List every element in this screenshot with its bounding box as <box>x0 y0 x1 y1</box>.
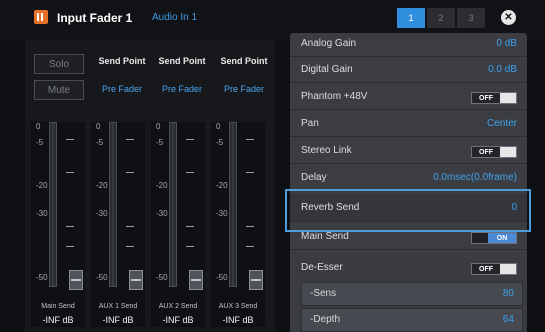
row-label: Reverb Send <box>301 202 360 213</box>
fader-value: -INF dB <box>42 315 74 325</box>
fader-label: AUX 3 Send <box>218 303 258 310</box>
fader-value: -INF dB <box>162 315 194 325</box>
fader-knob[interactable] <box>189 270 203 290</box>
row-value: Center <box>486 118 517 129</box>
row-value: 64 <box>502 314 514 325</box>
row-label: Delay <box>301 172 327 183</box>
tab-2[interactable]: 2 <box>427 8 455 28</box>
send-point-heading: Send Point <box>158 56 206 66</box>
mixer-panel: Solo Mute Send Point Send Point Send Poi… <box>25 40 275 332</box>
row-label: Digital Gain <box>301 64 353 75</box>
tab-3[interactable]: 3 <box>457 8 485 28</box>
fader-value: -INF dB <box>222 315 254 325</box>
row-label: -Depth <box>310 314 341 325</box>
de-esser-row: De-Esser OFF <box>290 258 527 280</box>
fader-label: AUX 2 Send <box>158 303 198 310</box>
main-send-toggle[interactable]: ON <box>471 232 517 244</box>
reverb-send-row[interactable]: Reverb Send 0 <box>290 194 527 222</box>
fader-scale: 0 -5 -20 -30 -50 <box>156 122 168 282</box>
row-label: Main Send <box>301 231 349 242</box>
meter-track <box>169 122 177 287</box>
row-label: -Sens <box>310 288 337 299</box>
fader-track <box>186 122 194 287</box>
fader-track <box>126 122 134 287</box>
main-send-fader[interactable]: 0 -5 -20 -30 -50 Main Send -INF dB <box>31 122 85 327</box>
fader-scale: 0 -5 -20 -30 -50 <box>216 122 228 282</box>
de-esser-section: De-Esser OFF -Sens 80 -Depth 64 <box>290 258 527 332</box>
meter-track <box>49 122 57 287</box>
fader-track <box>66 122 74 287</box>
send-point-value[interactable]: Pre Fader <box>157 84 207 94</box>
fader-value: -INF dB <box>102 315 134 325</box>
row-value: 0.0msec(0.0frame) <box>433 172 517 183</box>
fader-icon <box>34 10 48 24</box>
mute-button[interactable]: Mute <box>34 80 84 100</box>
input-source: Audio In 1 <box>152 12 198 23</box>
row-label: De-Esser <box>301 262 343 273</box>
row-value: 0 <box>511 202 517 213</box>
meter-track <box>229 122 237 287</box>
sens-row[interactable]: -Sens 80 <box>301 282 523 306</box>
send-point-value[interactable]: Pre Fader <box>219 84 269 94</box>
row-label: Pan <box>301 118 319 129</box>
stereo-link-toggle[interactable]: OFF <box>471 146 517 158</box>
fader-label: Main Send <box>41 303 75 310</box>
row-value: 80 <box>502 288 514 299</box>
aux-1-send-fader[interactable]: 0 -5 -20 -30 -50 AUX 1 Send -INF dB <box>91 122 145 327</box>
phantom-toggle[interactable]: OFF <box>471 92 517 104</box>
row-label: Stereo Link <box>301 145 352 156</box>
fader-knob[interactable] <box>129 270 143 290</box>
tab-1[interactable]: 1 <box>397 8 425 28</box>
pan-row[interactable]: Pan Center <box>290 113 527 137</box>
main-send-row: Main Send ON <box>290 226 527 250</box>
row-label: Phantom +48V <box>301 91 368 102</box>
channel-tabs: 1 2 3 <box>397 8 487 28</box>
fader-scale: 0 -5 -20 -30 -50 <box>96 122 108 282</box>
window-title: Input Fader 1 <box>57 11 133 25</box>
aux-3-send-fader[interactable]: 0 -5 -20 -30 -50 AUX 3 Send -INF dB <box>211 122 265 327</box>
analog-gain-row[interactable]: Analog Gain 0 dB <box>290 33 527 57</box>
send-point-value[interactable]: Pre Fader <box>97 84 147 94</box>
de-esser-toggle[interactable]: OFF <box>471 263 517 275</box>
meter-track <box>109 122 117 287</box>
solo-button[interactable]: Solo <box>34 54 84 74</box>
depth-row[interactable]: -Depth 64 <box>301 308 523 332</box>
row-value: 0 dB <box>496 38 517 49</box>
fader-label: AUX 1 Send <box>98 303 138 310</box>
fader-knob[interactable] <box>69 270 83 290</box>
fader-knob[interactable] <box>249 270 263 290</box>
stereo-link-row: Stereo Link OFF <box>290 140 527 164</box>
row-value: 0.0 dB <box>488 64 517 75</box>
send-point-heading: Send Point <box>98 56 146 66</box>
close-button[interactable]: ✕ <box>501 10 516 25</box>
aux-2-send-fader[interactable]: 0 -5 -20 -30 -50 AUX 2 Send -INF dB <box>151 122 205 327</box>
send-point-heading: Send Point <box>220 56 268 66</box>
fader-scale: 0 -5 -20 -30 -50 <box>36 122 48 282</box>
delay-row[interactable]: Delay 0.0msec(0.0frame) <box>290 167 527 191</box>
digital-gain-row[interactable]: Digital Gain 0.0 dB <box>290 59 527 83</box>
phantom-row: Phantom +48V OFF <box>290 86 527 110</box>
fader-track <box>246 122 254 287</box>
row-label: Analog Gain <box>301 38 357 49</box>
